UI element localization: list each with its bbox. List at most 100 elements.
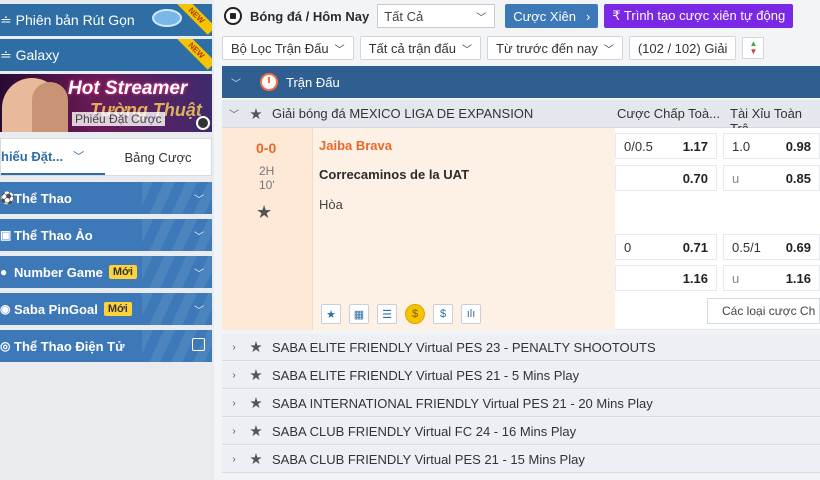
virtual-sports-icon: ▣	[0, 228, 12, 242]
tab-bet-list[interactable]: Bảng Cược	[105, 150, 211, 165]
odds-value: 0.98	[785, 138, 811, 154]
league-name: Giải bóng đá MEXICO LIGA DE EXPANSION	[272, 106, 534, 121]
favorite-star-icon[interactable]: ★	[256, 202, 272, 223]
chevron-right-icon: ›	[232, 397, 236, 409]
league-name: SABA INTERNATIONAL FRIENDLY Virtual PES …	[272, 395, 653, 411]
away-team: Correcaminos de la UAT	[319, 167, 470, 182]
market-select-value: Tất Cả	[384, 8, 424, 24]
chevron-right-icon: ›	[232, 341, 236, 353]
time-range-label: Từ trước đến nay	[496, 40, 598, 56]
league-name: SABA CLUB FRIENDLY Virtual PES 21 - 15 M…	[272, 451, 585, 467]
home-team: Jaiba Brava	[319, 138, 392, 153]
odds-cell-over[interactable]: 1.0 0.98	[723, 133, 820, 159]
stream-icon[interactable]: ☰	[377, 304, 397, 324]
league-row[interactable]: › ★ SABA ELITE FRIENDLY Virtual PES 23 - P…	[222, 334, 820, 361]
compact-version-link[interactable]: ≐ Phiên bản Rút Gọn NEW	[0, 4, 212, 36]
league-row[interactable]: › ★ SABA CLUB FRIENDLY Virtual FC 24 - 16 …	[222, 418, 820, 445]
odds-cell-handicap-away[interactable]: 1.16	[615, 265, 717, 291]
league-row-expanded[interactable]: ﹀ ★ Giải bóng đá MEXICO LIGA DE EXPANSIO…	[222, 100, 820, 136]
odds-cell-under[interactable]: u 1.16	[723, 265, 820, 291]
parlay-button[interactable]: Cược Xiên ›	[505, 4, 599, 28]
cashout-coin-icon[interactable]: $	[405, 304, 425, 324]
chevron-right-icon: ›	[232, 453, 236, 465]
chevron-right-icon: ›	[232, 425, 236, 437]
chevron-down-icon: ﹀	[73, 151, 85, 163]
favorite-icon[interactable]: ★	[321, 304, 341, 324]
favorite-star-icon[interactable]: ★	[246, 422, 266, 440]
chevron-down-icon: ﹀	[194, 306, 204, 317]
favorite-star-icon[interactable]: ★	[246, 394, 266, 412]
hot-streamer-banner[interactable]: Hot Streamer Tường Thuật Phiếu Đặt Cược	[0, 74, 212, 132]
sidebar-item-esports[interactable]: ◎ Thể Thao Điện Tử	[0, 330, 212, 362]
new-badge: Mới	[108, 265, 137, 279]
more-bet-types-button[interactable]: Các loại cược Ch	[707, 298, 820, 324]
market-select[interactable]: Tất Cả ﹀	[377, 4, 496, 28]
sort-down-icon: ▼	[749, 47, 758, 56]
odds-cell-handicap-home[interactable]: 0/0.5 1.17	[615, 133, 717, 159]
esports-icon: ◎	[0, 339, 11, 353]
sidebar-item-number-game[interactable]: ● Number Game Mới ﹀	[0, 256, 212, 288]
number-ball-icon: ●	[0, 265, 8, 279]
pingoal-icon: ◉	[0, 302, 11, 316]
odds-value: 0.69	[785, 239, 811, 255]
streamer-image	[32, 82, 68, 132]
league-name: SABA ELITE FRIENDLY Virtual PES 21 - 5 M…	[272, 367, 580, 383]
chevron-down-icon: ﹀	[462, 44, 473, 56]
league-row[interactable]: › ★ SABA CLUB FRIENDLY Virtual PES 21 - 15…	[222, 446, 820, 473]
league-row[interactable]: › ★ SABA INTERNATIONAL FRIENDLY Virtual PE…	[222, 390, 820, 417]
favorite-star-icon[interactable]: ★	[246, 338, 266, 356]
sidebar-item-sports[interactable]: ⚽ Thể Thao ﹀	[0, 182, 212, 214]
chevron-right-icon: ›	[585, 8, 591, 24]
auto-parlay-builder-button[interactable]: ₹ Trình tạo cược xiên tự động	[604, 4, 794, 28]
odds-cell-handicap-away[interactable]: 0.70	[615, 165, 717, 191]
odds-value: 0.70	[682, 170, 708, 186]
sidebar-item-virtual-sports[interactable]: ▣ Thể Thao Ảo ﹀	[0, 219, 212, 251]
chevron-down-icon: ﹀	[334, 44, 345, 56]
time-range-dropdown[interactable]: Từ trước đến nay ﹀	[487, 36, 623, 60]
banner-title: Hot Streamer	[68, 78, 188, 99]
sidebar-item-label: Number Game	[14, 264, 103, 280]
odds-value: 1.16	[785, 270, 811, 286]
sidebar: ≐ Phiên bản Rút Gọn NEW ≐ Galaxy NEW Hot…	[0, 0, 214, 480]
match-status: 0-0 2H 10' ★	[222, 128, 312, 330]
sidebar-item-label: Thể Thao Điện Tử	[14, 338, 125, 354]
match-filter-label: Bộ Lọc Trận Đấu	[231, 40, 329, 56]
matches-header-label: Trận Đấu	[286, 74, 340, 90]
match-time: 2H 10'	[259, 164, 275, 192]
sidebar-item-label: Thể Thao	[14, 190, 72, 206]
sidebar-item-label: Saba PinGoal	[14, 301, 98, 317]
live-tv-icon[interactable]: ▦	[349, 304, 369, 324]
chevron-down-icon: ﹀	[194, 195, 204, 206]
chevron-down-icon: ﹀	[229, 110, 239, 121]
odds-value: 0.85	[785, 170, 811, 186]
favorite-star-icon[interactable]: ★	[246, 450, 266, 468]
sort-icon[interactable]: ▲ ▼	[742, 37, 765, 59]
odds-cell-over[interactable]: 0.5/1 0.69	[723, 234, 820, 260]
handicap-column-header: Cược Chấp Toà...	[617, 106, 720, 121]
all-matches-label: Tất cả trận đấu	[368, 40, 457, 56]
odds-line: 0	[624, 239, 632, 255]
main-content: Bóng đá / Hôm Nay Tất Cả ﹀ Cược Xiên › ₹ T…	[222, 0, 820, 480]
odds-cell-handicap-home[interactable]: 0 0.71	[615, 234, 717, 260]
dollar-icon[interactable]: $	[433, 304, 453, 324]
sidebar-item-saba-pingoal[interactable]: ◉ Saba PinGoal Mới ﹀	[0, 293, 212, 325]
ghost-icon	[196, 116, 210, 130]
odds-cell-under[interactable]: u 0.85	[723, 165, 820, 191]
league-row[interactable]: › ★ SABA ELITE FRIENDLY Virtual PES 21 - 5…	[222, 362, 820, 389]
tab-bet-slip[interactable]: hiếu Đặt... ﹀	[1, 139, 105, 175]
page-title: Bóng đá / Hôm Nay	[250, 8, 370, 24]
match-minute: 10'	[259, 178, 275, 192]
compact-version-label: ≐ Phiên bản Rút Gọn	[0, 11, 135, 28]
galaxy-link[interactable]: ≐ Galaxy NEW	[0, 39, 212, 71]
favorite-star-icon[interactable]: ★	[246, 105, 266, 123]
odds-grid: 0/0.5 1.17 0.70 1.0 0.98 u 0.85 0 0.71 1.16 …	[615, 128, 820, 330]
favorite-star-icon[interactable]: ★	[246, 366, 266, 384]
all-matches-dropdown[interactable]: Tất cả trận đấu ﹀	[359, 36, 482, 60]
match-filter-dropdown[interactable]: Bộ Lọc Trận Đấu ﹀	[222, 36, 354, 60]
league-name: SABA ELITE FRIENDLY Virtual PES 23 - PEN…	[272, 339, 656, 355]
chevron-down-icon: ﹀	[231, 78, 241, 90]
football-icon: ⚽	[0, 191, 15, 205]
league-count-button[interactable]: (102 / 102) Giải	[628, 36, 737, 60]
stats-bar-icon[interactable]: ılı	[461, 304, 481, 324]
matches-header[interactable]: ﹀ Trận Đấu	[222, 66, 820, 98]
